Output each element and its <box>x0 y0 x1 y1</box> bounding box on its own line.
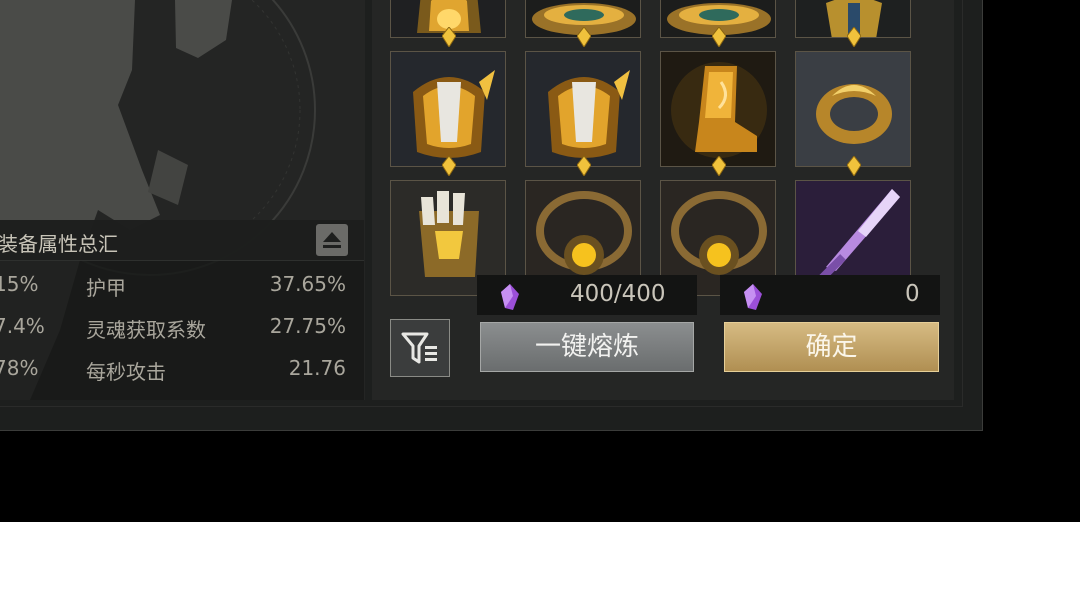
stat-row: 78% 每秒攻击 21.76 <box>0 356 364 384</box>
item-slot-pauldron[interactable] <box>525 51 641 167</box>
equipment-window: 装备属性总汇 15% 护甲 37.65% 7.4% 灵魂获取系数 27.75% … <box>0 0 983 431</box>
gold-gem-icon <box>712 156 726 176</box>
stat-value: 21.76 <box>288 356 346 380</box>
attribute-summary-header: 装备属性总汇 <box>0 220 364 261</box>
purple-crystal-icon <box>501 284 519 310</box>
attribute-summary-title: 装备属性总汇 <box>0 232 118 256</box>
ring-icon <box>796 52 910 166</box>
stat-value: 37.65% <box>269 272 346 296</box>
filter-button[interactable] <box>390 319 450 377</box>
stat-left-value: 15% <box>0 272 39 296</box>
stat-row: 7.4% 灵魂获取系数 27.75% <box>0 314 364 342</box>
crystal-amount-text: 0 <box>905 281 920 307</box>
gold-gem-icon <box>847 27 861 47</box>
pauldron-icon <box>526 52 640 166</box>
eject-icon <box>323 232 341 248</box>
item-slot-boot[interactable] <box>660 51 776 167</box>
gold-gem-icon <box>577 156 591 176</box>
stat-name: 灵魂获取系数 <box>86 318 206 342</box>
gold-gem-icon <box>577 27 591 47</box>
purple-crystal-icon <box>744 284 762 310</box>
stat-name: 每秒攻击 <box>86 360 166 384</box>
gold-gem-icon <box>847 156 861 176</box>
collapse-button[interactable] <box>316 224 348 256</box>
confirm-button[interactable]: 确定 <box>724 322 939 372</box>
stat-value: 27.75% <box>269 314 346 338</box>
item-slot-ring[interactable] <box>795 51 911 167</box>
filter-icon <box>401 332 437 364</box>
gold-gem-icon <box>442 27 456 47</box>
item-slot-pauldron[interactable] <box>390 51 506 167</box>
attribute-summary-panel: 装备属性总汇 15% 护甲 37.65% 7.4% 灵魂获取系数 27.75% … <box>0 220 364 400</box>
gold-gem-icon <box>712 27 726 47</box>
stat-name: 护甲 <box>86 276 126 300</box>
stat-left-value: 7.4% <box>0 314 45 338</box>
one-click-smelt-button[interactable]: 一键熔炼 <box>480 322 694 372</box>
stat-row: 15% 护甲 37.65% <box>0 272 364 300</box>
pauldron-icon <box>391 52 505 166</box>
boot-icon <box>661 52 775 166</box>
smelt-capacity-text: 400/400 <box>570 281 666 307</box>
stat-left-value: 78% <box>0 356 39 380</box>
gold-gem-icon <box>442 156 456 176</box>
